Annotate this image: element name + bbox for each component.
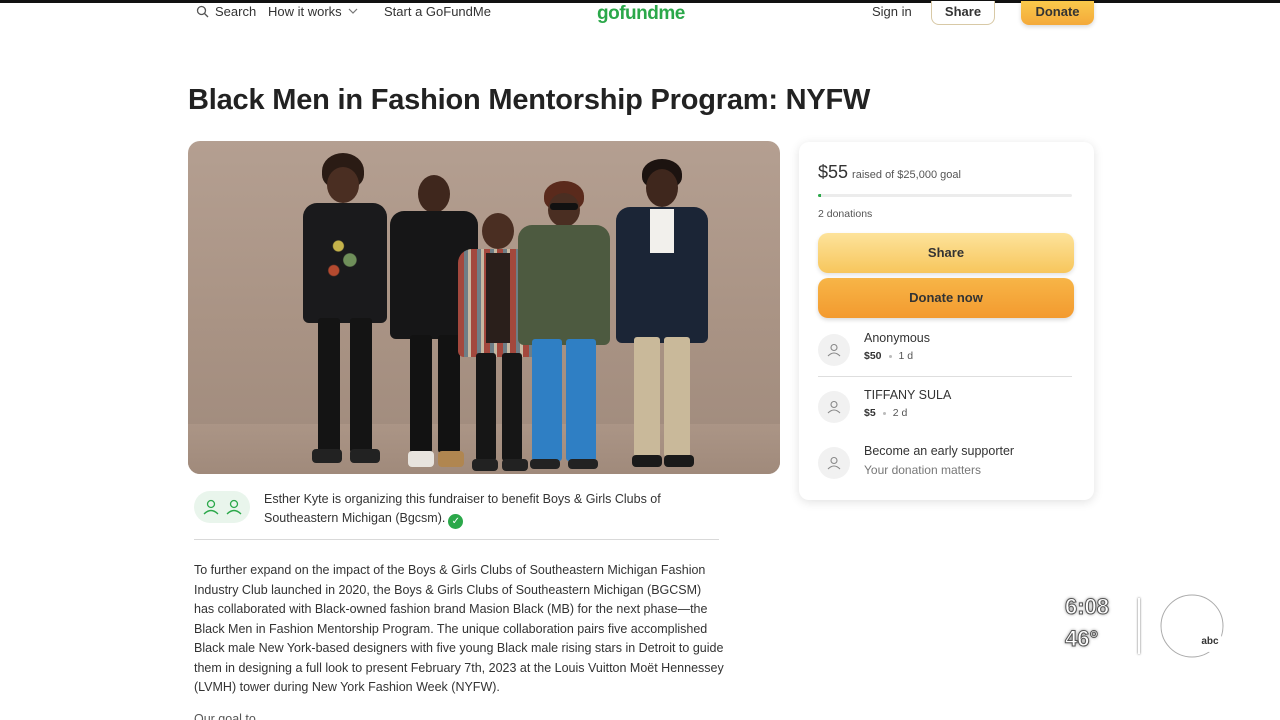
- start-a-gofundme-label: Start a GoFundMe: [384, 4, 491, 19]
- early-supporter-avatar: [818, 447, 850, 479]
- early-supporter-title: Become an early supporter: [864, 444, 1015, 458]
- separator-dot: [888, 354, 892, 358]
- organizer-avatar-icon: [203, 499, 219, 515]
- raised-amount: $55: [818, 162, 849, 182]
- svg-text:abc: abc: [1201, 636, 1219, 647]
- donor-divider: [818, 376, 1072, 377]
- search-icon: [196, 5, 209, 18]
- donor-avatar: [818, 334, 850, 366]
- organizer-divider: [194, 539, 719, 540]
- how-it-works-menu[interactable]: How it works: [268, 4, 358, 19]
- donor-item: TIFFANY SULA $5 2 d: [818, 388, 1074, 432]
- campaign-story-continued: Our goal to...: [194, 712, 267, 720]
- hero-person-4: [514, 181, 614, 474]
- top-navigation-bar: Search How it works Start a GoFundMe gof…: [0, 0, 1280, 34]
- donor-time: 2 d: [892, 407, 908, 419]
- donor-avatar: [818, 391, 850, 423]
- organizer-description: Esther Kyte is organizing this fundraise…: [264, 490, 714, 529]
- organizer-section: Esther Kyte is organizing this fundraise…: [194, 490, 724, 532]
- search-link-label: Search: [215, 4, 257, 19]
- overlay-temperature: 46°: [1064, 626, 1099, 652]
- donor-avatar-icon: [827, 400, 841, 414]
- beneficiary-avatar-icon: [226, 499, 242, 515]
- organizer-avatars[interactable]: [194, 491, 250, 523]
- sign-in-link[interactable]: Sign in: [872, 4, 912, 19]
- how-it-works-label: How it works: [268, 4, 342, 19]
- donation-card: $55 raised of $25,000 goal 2 donations Sh…: [799, 142, 1094, 500]
- start-a-gofundme-link[interactable]: Start a GoFundMe: [384, 4, 491, 19]
- donate-now-button[interactable]: Donate now: [818, 278, 1074, 318]
- campaign-title: Black Men in Fashion Mentorship Program:…: [188, 84, 871, 116]
- separator-dot: [882, 411, 886, 415]
- progress-bar-fill: [818, 194, 821, 197]
- early-supporter-subtitle: Your donation matters: [864, 463, 981, 477]
- hero-person-1: [300, 153, 390, 473]
- donor-item: Anonymous $50 1 d: [818, 331, 1074, 375]
- campaign-hero-image[interactable]: [188, 141, 780, 474]
- donor-avatar-icon: [827, 456, 841, 470]
- hero-person-5: [614, 159, 710, 474]
- donor-time: 1 d: [898, 350, 914, 362]
- overlay-divider: [1138, 598, 1140, 654]
- overlay-time: 6:08: [1064, 594, 1110, 620]
- donor-avatar-icon: [827, 343, 841, 357]
- donor-meta: $5 2 d: [864, 407, 907, 419]
- donor-amount: $5: [864, 407, 876, 419]
- campaign-story: To further expand on the impact of the B…: [194, 563, 724, 694]
- early-supporter-item[interactable]: Become an early supporter Your donation …: [818, 444, 1074, 488]
- verified-check-icon: ✓: [448, 514, 464, 529]
- search-link[interactable]: Search: [196, 4, 256, 19]
- broadcast-overlay: 6:08 46° abc: [1062, 588, 1242, 668]
- donor-amount: $50: [864, 350, 882, 362]
- raised-summary: $55 raised of $25,000 goal: [818, 162, 961, 183]
- goal-text: raised of $25,000 goal: [852, 169, 961, 181]
- station-logo: abc: [1159, 593, 1225, 659]
- progress-bar: [818, 194, 1072, 197]
- donor-meta: $50 1 d: [864, 350, 913, 362]
- donations-count: 2 donations: [818, 208, 873, 220]
- donor-name: TIFFANY SULA: [864, 388, 952, 402]
- donor-name: Anonymous: [864, 331, 931, 345]
- header-donate-button[interactable]: Donate: [1021, 1, 1094, 25]
- header-share-button[interactable]: Share: [931, 1, 995, 25]
- gofundme-logo[interactable]: gofundme: [597, 3, 685, 25]
- chevron-down-icon: [348, 8, 358, 14]
- share-button[interactable]: Share: [818, 233, 1074, 273]
